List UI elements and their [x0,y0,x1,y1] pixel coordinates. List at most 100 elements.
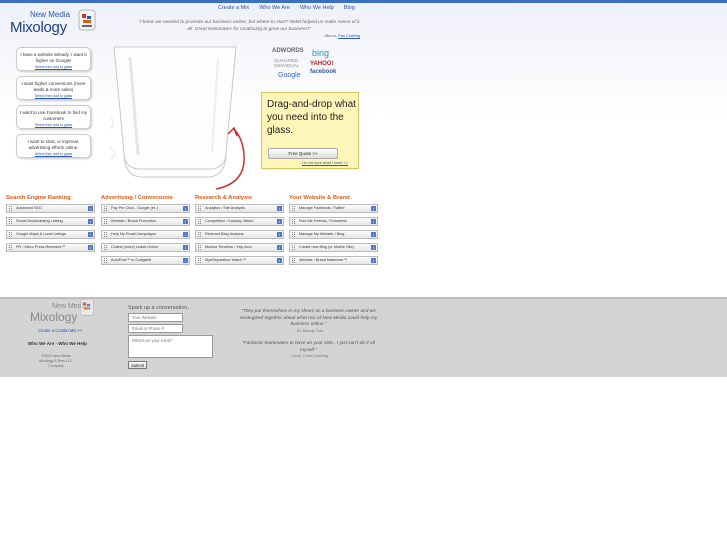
free-quote-button[interactable]: Free Quote >> [268,148,338,159]
facebook-logo: facebook [310,69,337,75]
service-item[interactable]: Analytics / Site Analysis i [195,204,284,213]
service-item[interactable]: MyeReputation Watch™ i [195,256,284,265]
service-label: Manage Facebook / Twitter [299,206,345,210]
drag-grip-icon[interactable] [9,232,12,237]
author-link[interactable]: Pan Clothing [338,34,360,38]
drag-grip-icon[interactable] [292,232,295,237]
submit-button[interactable]: Submit [128,361,147,369]
info-icon[interactable]: i [88,206,93,211]
info-icon[interactable]: i [183,232,188,237]
logo-line-1: New Media [30,10,71,19]
message-textarea[interactable]: What's on your mind? [128,335,213,358]
service-item[interactable]: Competition / Industry Watch i [195,217,284,226]
nav-create-mix[interactable]: Create a Mix [218,5,249,11]
category-heading-website: Your Website & Brand [289,195,350,201]
drag-grip-icon[interactable] [104,245,107,250]
service-item[interactable]: Advanced SEO i [6,204,95,213]
footer-create-link[interactable]: Create a Combo Mix >> [38,328,82,333]
service-item[interactable]: Website / Brand Promotion i [101,217,190,226]
curved-arrow-icon [215,126,245,190]
info-icon[interactable]: i [277,245,282,250]
service-item[interactable]: Find Me Friends / Followers! i [289,217,378,226]
option-text: I want higher conversions (more leads & … [21,81,86,93]
info-icon[interactable]: i [277,232,282,237]
service-item[interactable]: Help My Email Campaigns i [101,230,190,239]
drag-grip-icon[interactable] [104,206,107,211]
drag-grip-icon[interactable] [104,219,107,224]
service-item[interactable]: Website / Brand Makeover™ i [289,256,378,265]
service-label: Relevant Blog Analysis [205,232,244,236]
service-item[interactable]: Relevant Blog Analysis i [195,230,284,239]
drag-grip-icon[interactable] [292,245,295,250]
drag-grip-icon[interactable] [292,258,295,263]
service-item[interactable]: Monitor Reviews / Yelp Acct i [195,243,284,252]
option-select-link[interactable]: Select then add to glass [19,152,88,157]
service-label: Monitor Reviews / Yelp Acct [205,245,252,249]
nav-who-we-are[interactable]: Who We Are [259,5,290,11]
info-icon[interactable]: i [183,219,188,224]
option-select-link[interactable]: Select then add to glass [19,65,88,70]
adwords-logo: ADWORDS [272,48,304,54]
service-label: Collect (more) Leads Online [111,245,159,249]
info-icon[interactable]: i [371,232,376,237]
drag-grip-icon[interactable] [198,258,201,263]
option-card-seo[interactable]: I have a website already. I want it high… [16,47,91,71]
info-icon[interactable]: i [88,232,93,237]
testimonial-author: - Cindy, Chelsi Garcing [289,354,328,359]
info-icon[interactable]: i [277,219,282,224]
nav-who-we-help[interactable]: Who We Help [300,5,334,11]
drag-grip-icon[interactable] [292,206,295,211]
site-logo[interactable]: New Media Mixology [10,9,100,40]
info-icon[interactable]: i [371,219,376,224]
info-icon[interactable]: i [183,245,188,250]
drag-grip-icon[interactable] [292,219,295,224]
drag-grip-icon[interactable] [104,232,107,237]
info-icon[interactable]: i [371,258,376,263]
info-icon[interactable]: i [277,258,282,263]
drag-grip-icon[interactable] [198,219,201,224]
drag-grip-icon[interactable] [9,219,12,224]
yahoo-logo: YAHOO! [310,61,334,67]
info-icon[interactable]: i [371,206,376,211]
testimonial-text: "They put themselves in my shoes as a bu… [239,309,378,328]
info-icon[interactable]: i [88,219,93,224]
option-select-link[interactable]: Select then add to glass [19,123,88,128]
drag-grip-icon[interactable] [198,232,201,237]
footer-who-links[interactable]: Who We Are - Who We Help [28,341,87,346]
nav-blog[interactable]: Blog [344,5,355,11]
info-icon[interactable]: i [371,245,376,250]
service-item[interactable]: Pay Per Click - Google (et..) i [101,204,190,213]
service-item[interactable]: Manage My Website / Blog i [289,230,378,239]
partner-logos: ADWORDS QUALIFIED INDIVIDUAL Google bing… [272,48,338,83]
drag-grip-icon[interactable] [198,245,201,250]
info-icon[interactable]: i [277,206,282,211]
option-select-link[interactable]: Select then add to glass [19,94,88,99]
option-card-facebook[interactable]: I want to use Facebook to find my custom… [16,105,91,129]
option-card-advertising[interactable]: I want to start, or improve, advertising… [16,134,91,158]
drag-grip-icon[interactable] [9,206,12,211]
service-item[interactable]: PR / Micro Press Releases™ i [6,243,95,252]
category-heading-advertising: Advertising / Conversions [101,195,173,201]
not-sure-link[interactable]: I'm not sure what I need >> [302,161,348,165]
service-label: AutoPost™ to Craigslist [111,258,152,262]
option-text: I want to start, or improve, advertising… [27,139,80,151]
website-input[interactable]: Your Website [128,313,183,322]
service-item[interactable]: Create new Blog (or Mobile Site) i [289,243,378,252]
service-label: Social Bookmarking Linking [16,219,63,223]
drag-grip-icon[interactable] [9,245,12,250]
service-item[interactable]: AutoPost™ to Craigslist i [101,256,190,265]
service-item[interactable]: Manage Facebook / Twitter i [289,204,378,213]
service-label: Analytics / Site Analysis [205,206,245,210]
option-card-conversions[interactable]: I want higher conversions (more leads & … [16,76,91,100]
drag-grip-icon[interactable] [104,258,107,263]
email-phone-input[interactable]: Email or Phone # [128,324,183,333]
drag-grip-icon[interactable] [198,206,201,211]
service-item[interactable]: Social Bookmarking Linking i [6,217,95,226]
info-icon[interactable]: i [88,245,93,250]
service-item[interactable]: Collect (more) Leads Online i [101,243,190,252]
service-item[interactable]: Google Maps & Local Listings i [6,230,95,239]
info-icon[interactable]: i [183,206,188,211]
info-icon[interactable]: i [183,258,188,263]
service-label: Google Maps & Local Listings [16,232,67,236]
footer-logo[interactable]: New Media Mixology [30,298,100,327]
